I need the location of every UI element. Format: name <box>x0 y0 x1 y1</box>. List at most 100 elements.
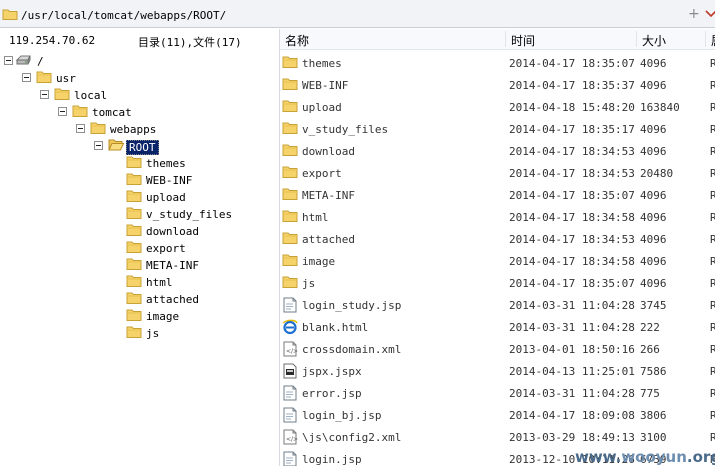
tree-node[interactable]: / <box>0 53 279 70</box>
file-perm: R <box>710 123 715 136</box>
file-size: 4096 <box>640 189 667 202</box>
tree-node-label: tomcat <box>92 106 132 119</box>
tree-node-label: upload <box>146 191 186 204</box>
tree-node-label: download <box>146 225 199 238</box>
file-time: 2014-03-31 11:04:28 <box>509 321 635 334</box>
file-row[interactable]: blank.html 2014-03-31 11:04:28 222 R <box>280 316 715 338</box>
tree-node[interactable]: local <box>0 87 279 104</box>
collapse-toggle-icon[interactable] <box>94 141 103 150</box>
tree-node[interactable]: ROOT <box>0 138 279 155</box>
folder-icon <box>126 206 142 223</box>
file-time: 2014-04-17 18:34:58 <box>509 211 635 224</box>
file-row[interactable]: upload 2014-04-18 15:48:20 163840 R <box>280 96 715 118</box>
file-row[interactable]: themes 2014-04-17 18:35:07 4096 R <box>280 52 715 74</box>
collapse-toggle-icon[interactable] <box>76 124 85 133</box>
file-time: 2013-04-01 18:50:16 <box>509 343 635 356</box>
file-perm: R <box>710 321 715 334</box>
folder-icon <box>36 70 52 87</box>
tree-node-label: html <box>146 276 173 289</box>
file-size: 775 <box>640 387 660 400</box>
column-header-perm[interactable]: 属 <box>711 32 715 49</box>
file-name: upload <box>302 101 342 114</box>
folder-icon <box>282 253 298 270</box>
file-row[interactable]: js 2014-04-17 18:35:07 4096 R <box>280 272 715 294</box>
folder-icon <box>282 165 298 182</box>
tree-node[interactable]: download <box>0 223 279 240</box>
file-time: 2014-04-17 18:35:07 <box>509 189 635 202</box>
file-name: login_study.jsp <box>302 299 402 312</box>
add-icon[interactable]: + <box>688 6 700 22</box>
file-row[interactable]: login_bj.jsp 2014-04-17 18:09:08 3806 R <box>280 404 715 426</box>
collapse-toggle-icon[interactable] <box>4 56 13 65</box>
column-header-name[interactable]: 名称 <box>285 32 309 49</box>
item-count-summary: 目录(11),文件(17) <box>138 36 242 49</box>
file-size: 3806 <box>640 409 667 422</box>
address-bar: /usr/local/tomcat/webapps/ROOT/ + <box>0 0 715 28</box>
folder-icon <box>72 104 88 121</box>
file-time: 2014-03-31 11:04:28 <box>509 387 635 400</box>
tree-node-label: themes <box>146 157 186 170</box>
column-divider[interactable] <box>636 31 637 47</box>
column-header-size[interactable]: 大小 <box>642 32 666 49</box>
chevron-down-icon[interactable] <box>704 8 715 20</box>
tree-node[interactable]: META-INF <box>0 257 279 274</box>
tree-node-label: image <box>146 310 180 323</box>
tree-node[interactable]: image <box>0 308 279 325</box>
file-name: crossdomain.xml <box>302 343 402 356</box>
tree-node[interactable]: usr <box>0 70 279 87</box>
tree-node[interactable]: themes <box>0 155 279 172</box>
tree-node[interactable]: export <box>0 240 279 257</box>
tree-node[interactable]: upload <box>0 189 279 206</box>
tree-node[interactable]: attached <box>0 291 279 308</box>
file-row[interactable]: download 2014-04-17 18:34:53 4096 R <box>280 140 715 162</box>
file-name: jspx.jspx <box>302 365 362 378</box>
tree-node[interactable]: v_study_files <box>0 206 279 223</box>
column-divider[interactable] <box>705 31 706 47</box>
file-perm: R <box>710 431 715 444</box>
folder-icon <box>126 172 142 189</box>
file-size: 4096 <box>640 79 667 92</box>
file-row[interactable]: jspx.jspx 2014-04-13 11:25:01 7586 R <box>280 360 715 382</box>
file-perm: R <box>710 277 715 290</box>
file-size: 4096 <box>640 123 667 136</box>
tree-node-label: export <box>146 242 186 255</box>
collapse-toggle-icon[interactable] <box>58 107 67 116</box>
svg-text:</>: </> <box>286 436 298 443</box>
folder-icon <box>282 143 298 160</box>
file-row[interactable]: login_study.jsp 2014-03-31 11:04:28 3745 R <box>280 294 715 316</box>
file-row[interactable]: </> crossdomain.xml 2013-04-01 18:50:16 266… <box>280 338 715 360</box>
folder-icon <box>54 87 70 104</box>
collapse-toggle-icon[interactable] <box>22 73 31 82</box>
file-row[interactable]: html 2014-04-17 18:34:58 4096 R <box>280 206 715 228</box>
file-size: 4096 <box>640 57 667 70</box>
column-divider[interactable] <box>505 31 506 47</box>
file-icon <box>282 297 298 316</box>
file-size: 4096 <box>640 211 667 224</box>
file-row[interactable]: v_study_files 2014-04-17 18:35:17 4096 R <box>280 118 715 140</box>
file-row[interactable]: attached 2014-04-17 18:34:53 4096 R <box>280 228 715 250</box>
file-row[interactable]: image 2014-04-17 18:34:58 4096 R <box>280 250 715 272</box>
file-row[interactable]: export 2014-04-17 18:34:53 20480 R <box>280 162 715 184</box>
tree-node[interactable]: tomcat <box>0 104 279 121</box>
folder-icon <box>282 275 298 292</box>
file-perm: R <box>710 365 715 378</box>
collapse-toggle-icon[interactable] <box>40 90 49 99</box>
tree-node[interactable]: js <box>0 325 279 342</box>
folder-icon <box>2 8 18 23</box>
file-row[interactable]: WEB-INF 2014-04-17 18:35:37 4096 R <box>280 74 715 96</box>
tree-node[interactable]: html <box>0 274 279 291</box>
path-input[interactable]: /usr/local/tomcat/webapps/ROOT/ <box>21 9 226 22</box>
file-name: html <box>302 211 329 224</box>
file-time: 2014-04-17 18:35:07 <box>509 57 635 70</box>
folder-icon <box>126 308 142 325</box>
tree-node[interactable]: webapps <box>0 121 279 138</box>
file-icon <box>282 385 298 404</box>
file-row[interactable]: META-INF 2014-04-17 18:35:07 4096 R <box>280 184 715 206</box>
file-row[interactable]: error.jsp 2014-03-31 11:04:28 775 R <box>280 382 715 404</box>
file-row[interactable]: </> \js\config2.xml 2013-03-29 18:49:13 310… <box>280 426 715 448</box>
file-perm: R <box>710 409 715 422</box>
file-perm: R <box>710 101 715 114</box>
column-header-time[interactable]: 时间 <box>511 32 535 49</box>
file-name: attached <box>302 233 355 246</box>
tree-node[interactable]: WEB-INF <box>0 172 279 189</box>
